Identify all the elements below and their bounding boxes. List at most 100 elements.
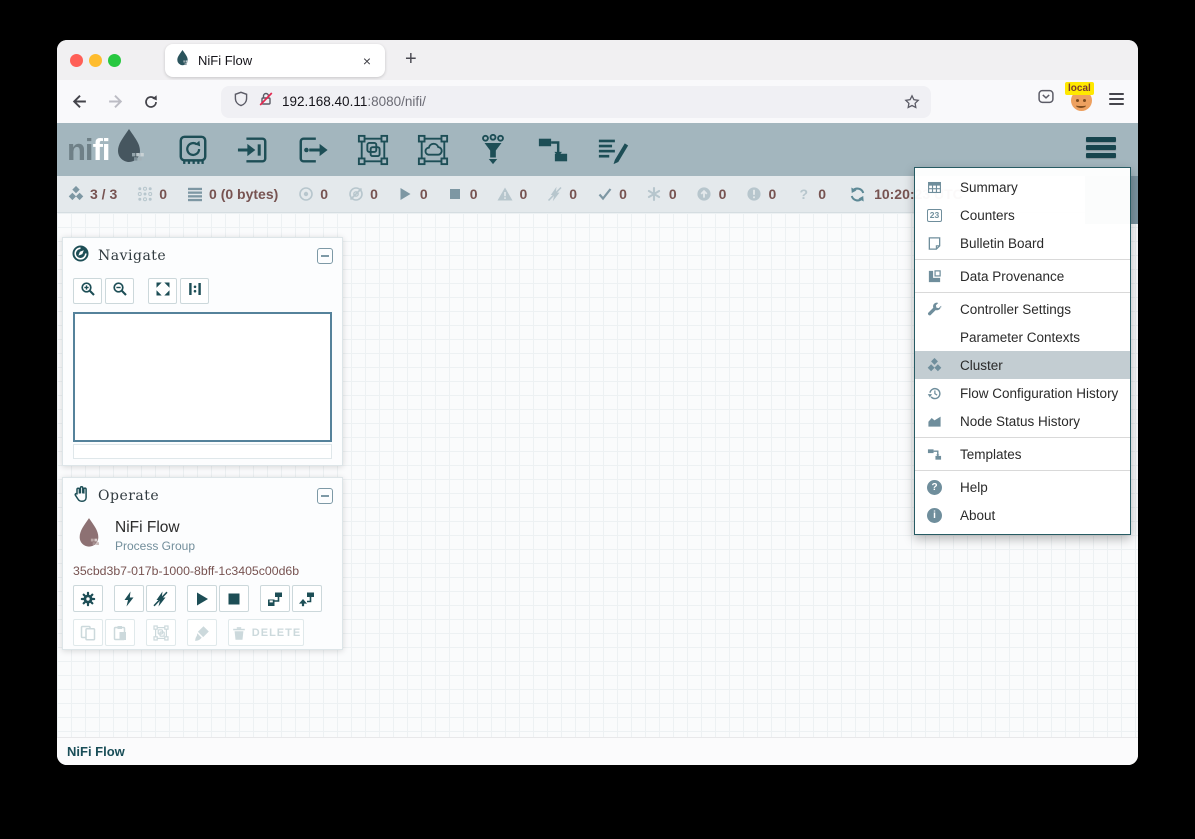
paste-button[interactable]	[105, 619, 135, 646]
zoom-fit-button[interactable]	[148, 278, 177, 304]
logo-text-ni: ni	[67, 132, 93, 168]
stale-icon	[696, 186, 713, 203]
status-active-threads-count: 0	[136, 186, 167, 203]
menu-item-parameter-contexts[interactable]: Parameter Contexts	[915, 323, 1130, 351]
forward-icon[interactable]	[101, 88, 129, 116]
save-template-button[interactable]	[260, 585, 290, 612]
disable-icon	[153, 591, 169, 607]
global-menu-icon[interactable]	[1082, 133, 1120, 162]
menu-item-label: Flow Configuration History	[960, 386, 1118, 401]
color-button[interactable]	[187, 619, 217, 646]
new-tab-button[interactable]: +	[397, 48, 425, 71]
menu-item-data-provenance[interactable]: Data Provenance	[915, 262, 1130, 290]
group-button[interactable]	[146, 619, 176, 646]
insecure-lock-icon[interactable]	[258, 91, 274, 112]
locally-modified-icon	[646, 186, 663, 203]
paste-icon	[112, 625, 128, 641]
browser-menu-icon[interactable]	[1109, 93, 1124, 105]
upload-template-button[interactable]	[292, 585, 322, 612]
status-value: 0	[818, 186, 826, 202]
refresh-icon[interactable]	[849, 186, 866, 203]
status-value: 0	[619, 186, 627, 202]
bookmark-star-icon[interactable]	[904, 94, 920, 115]
selected-component-type: Process Group	[115, 539, 195, 553]
menu-separator	[915, 292, 1130, 293]
breadcrumb-root[interactable]: NiFi Flow	[67, 744, 125, 759]
cluster-icon	[927, 357, 947, 373]
operate-panel: Operate NiFi Flow Process Group 35cbd3b7…	[62, 477, 343, 650]
delete-icon	[231, 625, 247, 641]
navigate-panel-header: Navigate	[63, 241, 342, 271]
navigate-collapse-button[interactable]	[317, 248, 333, 264]
enable-button[interactable]	[114, 585, 144, 612]
status-value: 0	[569, 186, 577, 202]
window-zoom-button[interactable]	[108, 54, 121, 67]
funnel-icon[interactable]	[476, 133, 510, 167]
menu-item-about[interactable]: iAbout	[915, 501, 1130, 529]
menu-item-controller-settings[interactable]: Controller Settings	[915, 295, 1130, 323]
input-port-icon[interactable]	[236, 133, 270, 167]
menu-item-node-status-history[interactable]: Node Status History	[915, 407, 1130, 435]
start-button[interactable]	[187, 585, 217, 612]
copy-button[interactable]	[73, 619, 103, 646]
birdseye-slider[interactable]	[73, 444, 332, 459]
menu-item-label: Help	[960, 480, 988, 495]
status-transmitting-count: 0	[297, 186, 328, 203]
window-minimize-button[interactable]	[89, 54, 102, 67]
color-icon	[194, 625, 210, 641]
menu-item-counters[interactable]: 23Counters	[915, 201, 1130, 229]
configuration-button[interactable]	[73, 585, 103, 612]
menu-item-summary[interactable]: Summary	[915, 173, 1130, 201]
status-value: 0	[519, 186, 527, 202]
zoom-out-button[interactable]	[105, 278, 134, 304]
browser-navbar: 192.168.40.11:8080/nifi/	[57, 80, 1138, 123]
reload-icon[interactable]	[137, 88, 165, 116]
browser-tab[interactable]: NiFi Flow ×	[165, 44, 385, 77]
window-close-button[interactable]	[70, 54, 83, 67]
status-queued-count: 0 (0 bytes)	[186, 186, 278, 203]
navigate-panel: Navigate	[62, 237, 343, 466]
disable-button[interactable]	[146, 585, 176, 612]
menu-item-label: Data Provenance	[960, 269, 1064, 284]
menu-item-label: Bulletin Board	[960, 236, 1044, 251]
compass-icon	[72, 245, 89, 267]
delete-button[interactable]: DELETE	[228, 619, 304, 646]
menu-item-cluster[interactable]: Cluster	[915, 351, 1130, 379]
sync-failure-icon: ?	[795, 186, 812, 203]
processor-icon[interactable]	[176, 133, 210, 167]
birdseye-view[interactable]	[73, 312, 332, 442]
stop-button[interactable]	[219, 585, 249, 612]
output-port-icon[interactable]	[296, 133, 330, 167]
menu-separator	[915, 259, 1130, 260]
operate-collapse-button[interactable]	[317, 488, 333, 504]
status-value: 3 / 3	[90, 186, 117, 202]
url-bar[interactable]: 192.168.40.11:8080/nifi/	[221, 86, 931, 118]
zoom-in-button[interactable]	[73, 278, 102, 304]
group-icon	[153, 625, 169, 641]
stopped-icon	[447, 186, 464, 203]
zoom-fit-icon	[155, 281, 171, 302]
status-value: 0 (0 bytes)	[209, 186, 278, 202]
profile-avatar[interactable]: local	[1071, 88, 1093, 110]
status-value: 0	[420, 186, 428, 202]
tab-close-icon[interactable]: ×	[359, 52, 375, 70]
status-up-to-date-count: 0	[596, 186, 627, 203]
menu-item-bulletin-board[interactable]: Bulletin Board	[915, 229, 1130, 257]
status-value: 0	[370, 186, 378, 202]
url-text[interactable]: 192.168.40.11:8080/nifi/	[282, 94, 426, 109]
label-icon[interactable]	[596, 133, 630, 167]
process-group-icon[interactable]	[356, 133, 390, 167]
menu-item-help[interactable]: ?Help	[915, 473, 1130, 501]
menu-item-label: Cluster	[960, 358, 1003, 373]
shield-icon[interactable]	[233, 91, 249, 112]
pocket-icon[interactable]	[1037, 88, 1055, 110]
menu-item-templates[interactable]: Templates	[915, 440, 1130, 468]
menu-item-flow-configuration-history[interactable]: Flow Configuration History	[915, 379, 1130, 407]
status-running-count: 0	[397, 186, 428, 203]
back-icon[interactable]	[65, 88, 93, 116]
template-icon[interactable]	[536, 133, 570, 167]
status-invalid-count: 0	[496, 186, 527, 203]
remote-process-group-icon[interactable]	[416, 133, 450, 167]
menu-item-label: Parameter Contexts	[960, 330, 1080, 345]
zoom-actual-button[interactable]	[180, 278, 209, 304]
